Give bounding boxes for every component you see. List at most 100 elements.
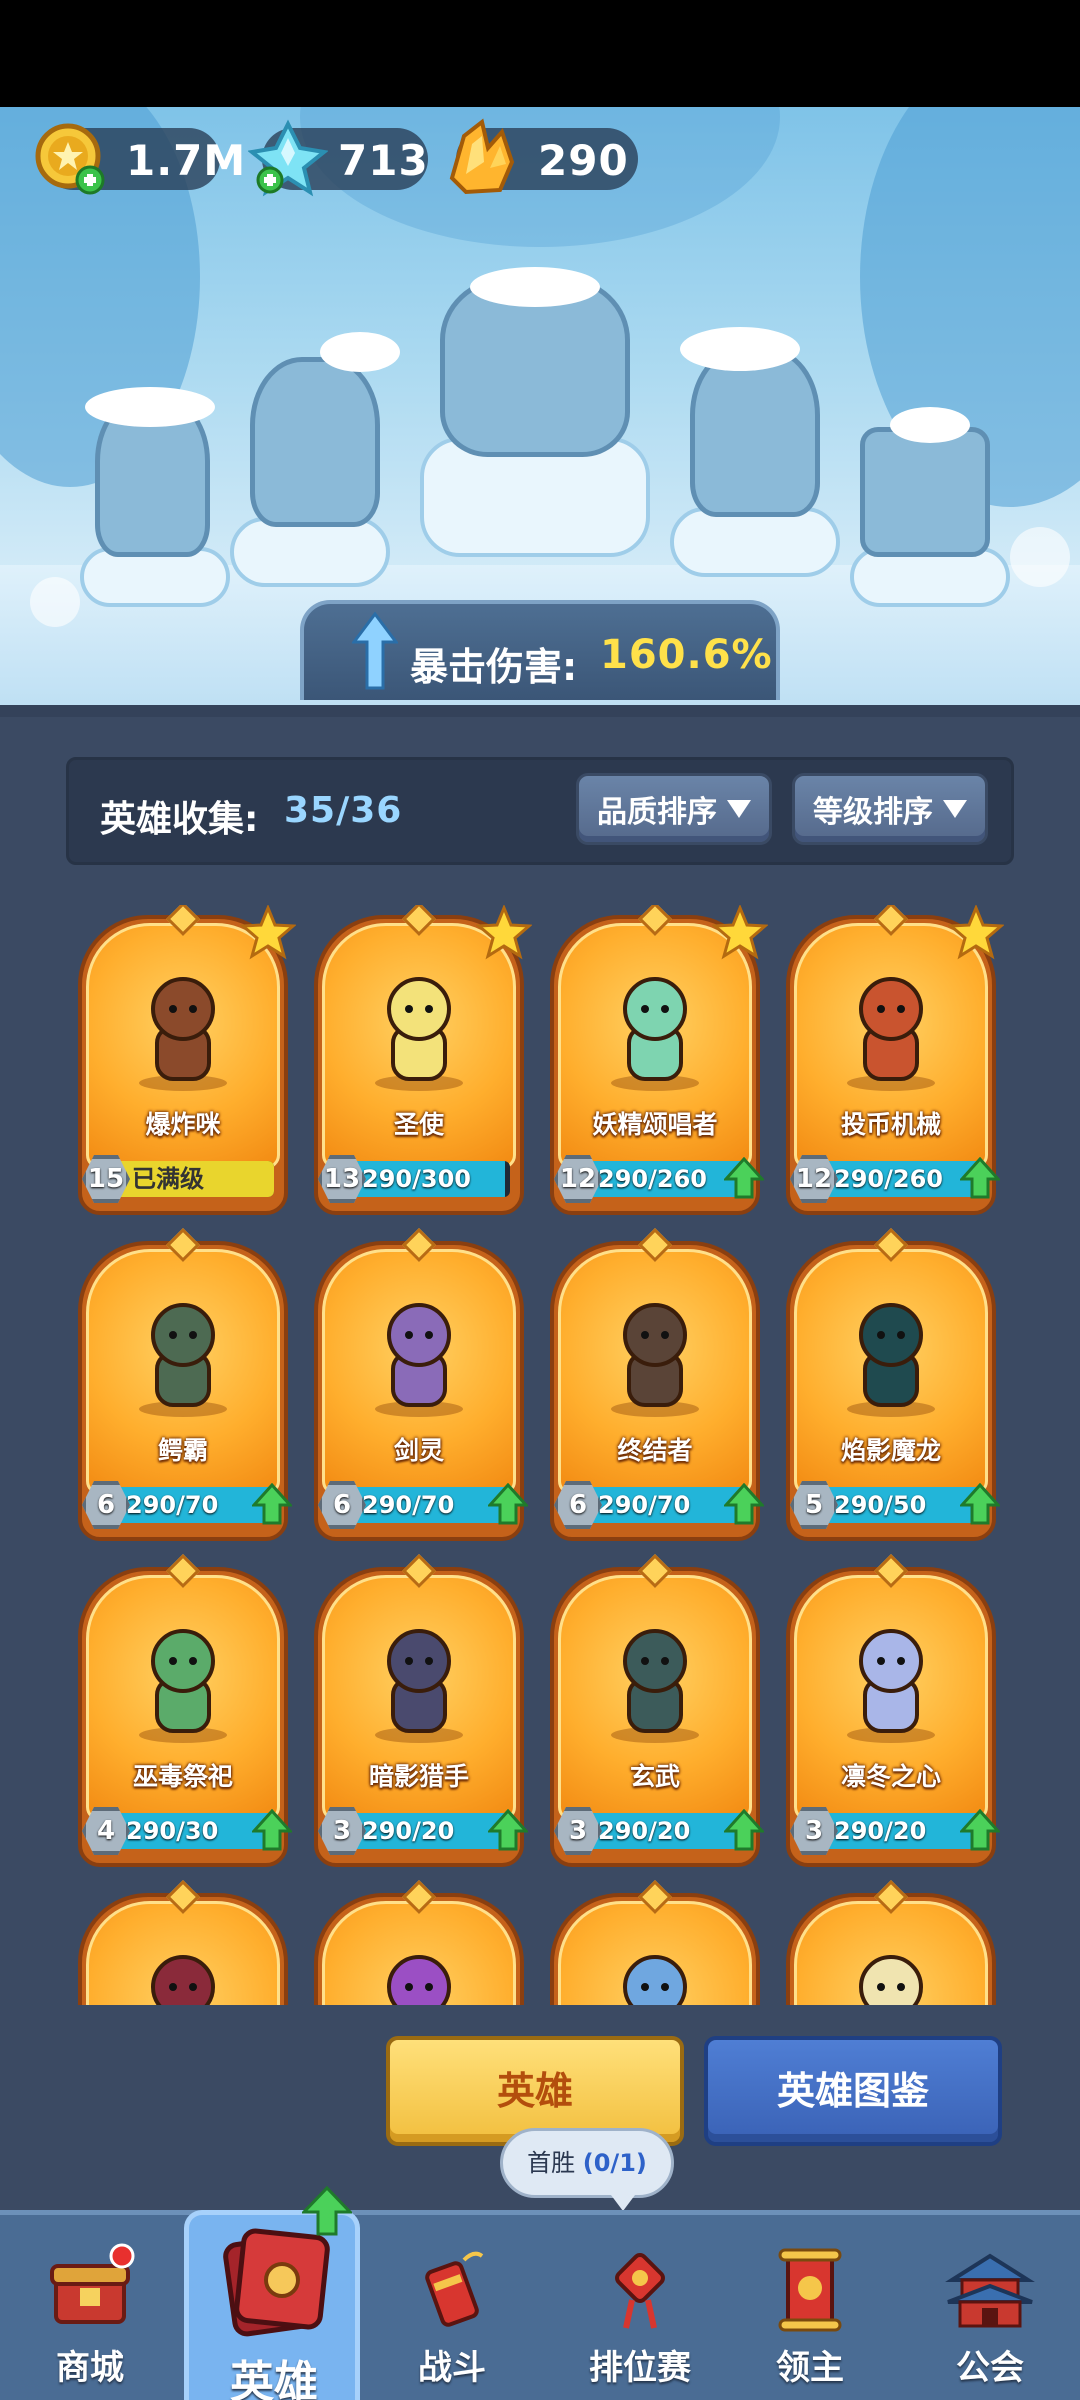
upgrade-arrow-icon: [960, 1809, 1000, 1851]
nav-heroes-label: 英雄: [230, 2357, 318, 2400]
upgrade-arrow-icon: [960, 1483, 1000, 1525]
crystal-icon: [248, 118, 328, 198]
guild-pagoda-icon: [945, 2253, 1035, 2328]
collection-count: 35/36: [284, 790, 403, 831]
sort-by-quality-button[interactable]: 品质排序: [576, 773, 772, 845]
first-win-count: (0/1): [582, 2149, 647, 2177]
hero-portrait: [611, 1303, 699, 1417]
shop-chest-icon: [50, 2243, 135, 2324]
hero-name: 鳄霸: [157, 1436, 208, 1465]
hero-card[interactable]: [314, 1880, 524, 2005]
hero-card[interactable]: [78, 1880, 288, 2005]
hero-portrait: [387, 1955, 451, 2005]
hero-name: 圣使: [393, 1110, 444, 1139]
up-arrow-icon: [352, 612, 398, 690]
hero-name: 剑灵: [393, 1436, 444, 1465]
nav-lord-label: 领主: [776, 2348, 844, 2388]
hero-portrait: [847, 1303, 935, 1417]
nav-heroes[interactable]: 英雄: [184, 2160, 364, 2400]
nav-battle[interactable]: 战斗: [362, 2210, 542, 2400]
gold-ore-icon: [442, 118, 522, 198]
upgrade-arrow-icon: [252, 1483, 292, 1525]
hero-card[interactable]: 凛冬之心 290/20 3: [786, 1554, 1000, 1867]
hero-portrait: [611, 1629, 699, 1743]
upgrade-arrow-icon: [724, 1809, 764, 1851]
battle-firecracker-icon: [425, 2251, 484, 2327]
nav-shop-label: 商城: [56, 2348, 124, 2388]
hero-portrait: [139, 1303, 227, 1417]
hero-card[interactable]: 爆炸咪 已满级 15: [78, 905, 296, 1215]
hero-card[interactable]: 圣使 290/300 13: [314, 905, 532, 1215]
star-icon: [476, 905, 532, 960]
hero-card[interactable]: 妖精颂唱者 290/260 12: [550, 905, 768, 1215]
gold-value: 1.7M: [126, 136, 247, 185]
upgrade-arrow-icon: [724, 1157, 764, 1199]
collection-label: 英雄收集:: [100, 799, 259, 840]
dropdown-triangle-icon: [727, 800, 751, 818]
hero-portrait: [611, 977, 699, 1091]
crystal-counter[interactable]: 713: [248, 119, 429, 197]
upgrade-arrow-icon: [724, 1483, 764, 1525]
upgrade-arrow-icon: [488, 1483, 528, 1525]
ranked-knot-icon: [615, 2253, 665, 2329]
upgrade-arrow-icon: [960, 1157, 1000, 1199]
nav-guild[interactable]: 公会: [900, 2210, 1080, 2400]
hero-card[interactable]: 投币机械 290/260 12: [786, 905, 1004, 1215]
gold-counter[interactable]: 1.7M: [35, 123, 245, 195]
ore-value: 290: [538, 136, 629, 185]
hero-card[interactable]: 焰影魔龙 290/50 5: [786, 1228, 1000, 1541]
hero-card[interactable]: 暗影猎手 290/20 3: [314, 1554, 528, 1867]
sort-quality-label: 品质排序: [597, 795, 717, 830]
upgrade-arrow-icon: [302, 2186, 352, 2236]
hero-card[interactable]: 鳄霸 290/70 6: [78, 1228, 292, 1541]
hero-name: 爆炸咪: [145, 1110, 221, 1139]
crystal-value: 713: [338, 136, 429, 185]
hero-card[interactable]: 剑灵 290/70 6: [314, 1228, 528, 1541]
hero-grid: 爆炸咪 已满级 15 圣使 290/300 13 妖精颂唱者 290/260 12 投币机械 290…: [0, 905, 1080, 2005]
hero-name: 玄武: [629, 1762, 680, 1791]
hero-portrait: [151, 1955, 215, 2005]
status-bar: [0, 0, 1080, 107]
first-win-label: 首胜: [527, 2149, 576, 2177]
hero-portrait: [139, 1629, 227, 1743]
upgrade-arrow-icon: [488, 1809, 528, 1851]
hero-name: 焰影魔龙: [840, 1436, 941, 1465]
sort-by-level-button[interactable]: 等级排序: [792, 773, 988, 845]
hero-portrait: [375, 977, 463, 1091]
star-icon: [240, 905, 296, 960]
hero-portrait: [375, 1303, 463, 1417]
hero-progress-text: 已满级: [132, 1165, 204, 1193]
hero-name: 巫毒祭祀: [132, 1762, 233, 1791]
hero-portrait: [139, 977, 227, 1091]
nav-lord[interactable]: 领主: [720, 2210, 900, 2400]
lord-scroll-icon: [778, 2248, 842, 2332]
hero-name: 凛冬之心: [840, 1762, 941, 1791]
hero-name: 投币机械: [840, 1110, 941, 1139]
hero-card[interactable]: 终结者 290/70 6: [550, 1228, 764, 1541]
nav-ranked[interactable]: 排位赛: [550, 2210, 730, 2400]
ore-counter[interactable]: 290: [449, 118, 638, 195]
hero-portrait: [859, 1955, 923, 2005]
hero-portrait: [375, 1629, 463, 1743]
gold-coin-icon: [28, 118, 108, 198]
crit-damage-value: 160.6%: [600, 632, 773, 678]
nav-battle-label: 战斗: [418, 2348, 486, 2388]
first-win-tooltip: 首胜 (0/1): [500, 2128, 674, 2211]
hero-card[interactable]: 玄武 290/20 3: [550, 1554, 764, 1867]
sort-level-label: 等级排序: [813, 795, 933, 830]
star-icon: [712, 905, 768, 960]
dropdown-triangle-icon: [943, 800, 967, 818]
hero-progress-text: 290/300: [362, 1165, 471, 1193]
hero-portrait: [623, 1955, 687, 2005]
hero-card[interactable]: 巫毒祭祀 290/30 4: [78, 1554, 292, 1867]
hero-name: 妖精颂唱者: [592, 1110, 718, 1139]
crit-damage-label: 暴击伤害:: [410, 645, 578, 689]
hero-portrait: [847, 1629, 935, 1743]
hero-name: 终结者: [617, 1436, 693, 1465]
nav-ranked-label: 排位赛: [589, 2348, 691, 2388]
hero-card[interactable]: [550, 1880, 760, 2005]
hero-codex-button[interactable]: 英雄图鉴: [704, 2036, 1002, 2146]
nav-shop[interactable]: 商城: [0, 2210, 180, 2400]
nav-guild-label: 公会: [956, 2348, 1024, 2388]
hero-card[interactable]: [786, 1880, 996, 2005]
